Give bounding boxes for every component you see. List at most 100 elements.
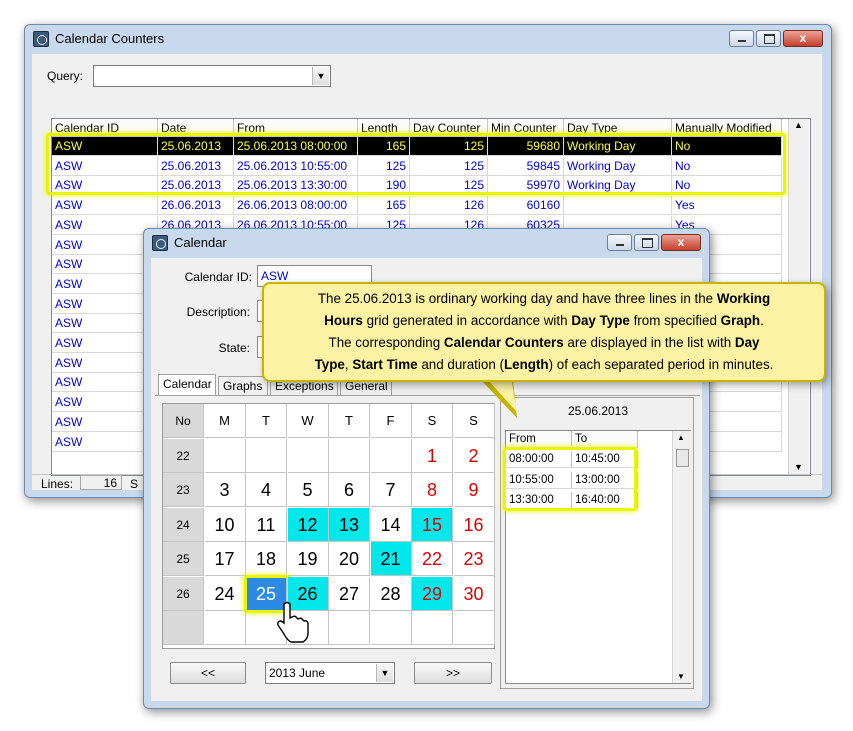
day-cell: [412, 611, 453, 645]
tab-graphs[interactable]: Graphs: [218, 376, 268, 396]
day-cell[interactable]: 3: [204, 473, 246, 507]
week-number: [163, 611, 204, 645]
day-cell[interactable]: 21: [370, 542, 412, 576]
week-number: 24: [163, 507, 204, 542]
day-cell[interactable]: 7: [370, 473, 412, 507]
table-cell: 26.06.2013: [158, 196, 234, 216]
explanation-callout: The 25.06.2013 is ordinary working day a…: [262, 282, 826, 382]
day-cell[interactable]: 14: [370, 507, 412, 542]
day-cell: [329, 611, 370, 645]
week-number: 23: [163, 473, 204, 507]
prev-month-button[interactable]: <<: [170, 662, 246, 684]
table-cell: [564, 196, 672, 216]
weekday-header: No: [163, 404, 204, 438]
day-cell[interactable]: 28: [370, 576, 412, 611]
scroll-up-icon[interactable]: ▲: [677, 433, 685, 442]
day-cell[interactable]: 12: [287, 507, 329, 542]
day-cell[interactable]: 5: [287, 473, 329, 507]
day-cell: [204, 611, 246, 645]
scroll-up-icon[interactable]: ▲: [794, 120, 803, 130]
day-cell[interactable]: 16: [453, 507, 495, 542]
weekday-header: F: [370, 404, 412, 438]
next-month-button[interactable]: >>: [414, 662, 492, 684]
hours-column-header[interactable]: To: [572, 431, 638, 448]
day-cell[interactable]: 1: [412, 438, 453, 473]
app-icon: [152, 235, 168, 251]
day-cell[interactable]: 2: [453, 438, 495, 473]
day-cell[interactable]: 19: [287, 542, 329, 576]
day-cell[interactable]: 11: [246, 507, 287, 542]
calendar-id-label: Calendar ID:: [184, 270, 252, 284]
table-cell: ASW: [52, 215, 158, 235]
hours-scrollbar[interactable]: ▲ ▼: [672, 431, 691, 683]
day-cell[interactable]: 15: [412, 507, 453, 542]
table-cell: ASW: [52, 196, 158, 216]
day-cell[interactable]: 27: [329, 576, 370, 611]
minimize-button[interactable]: [729, 30, 754, 47]
window-title: Calendar Counters: [55, 31, 165, 46]
chevron-down-icon[interactable]: ▼: [376, 664, 393, 682]
day-cell: [329, 438, 370, 473]
close-button[interactable]: x: [783, 30, 823, 47]
scroll-down-icon[interactable]: ▼: [677, 672, 685, 681]
working-hours-panel: 25.06.2013 From To 08:00:00 10:45:00 10:55:0…: [500, 397, 694, 689]
weekday-header: S: [412, 404, 453, 438]
day-cell[interactable]: 13: [329, 507, 370, 542]
table-cell: 165: [358, 196, 410, 216]
calendar-title-bar[interactable]: Calendar x: [144, 229, 709, 257]
scroll-thumb[interactable]: [676, 449, 689, 467]
title-bar[interactable]: Calendar Counters x: [25, 25, 831, 53]
app-icon: [33, 31, 49, 47]
state-label: State:: [218, 341, 250, 355]
day-cell[interactable]: 17: [204, 542, 246, 576]
scroll-down-icon[interactable]: ▼: [794, 462, 803, 472]
week-number: 26: [163, 576, 204, 611]
table-cell: Yes: [672, 196, 782, 216]
day-cell: [370, 438, 412, 473]
query-select[interactable]: ▼: [93, 65, 331, 87]
query-label: Query:: [47, 69, 84, 83]
weekday-header: M: [204, 404, 246, 438]
day-cell[interactable]: 4: [246, 473, 287, 507]
table-cell: 26.06.2013 08:00:00: [234, 196, 358, 216]
status-extra: S: [130, 477, 139, 491]
description-label: Description:: [186, 305, 250, 319]
close-button[interactable]: x: [661, 234, 701, 251]
hours-highlight: [503, 447, 637, 511]
lines-label: Lines:: [41, 477, 74, 491]
tab-calendar[interactable]: Calendar: [158, 374, 216, 396]
rows-highlight: [46, 133, 786, 195]
minimize-button[interactable]: [607, 234, 632, 251]
month-calendar: No M T W T F S S 22 1 2 23 3 4 5 6 7 8 9 24 10 11 12 13 14 15 16 25…: [162, 403, 495, 649]
day-cell[interactable]: 6: [329, 473, 370, 507]
weekday-header: W: [287, 404, 329, 438]
day-cell[interactable]: 8: [412, 473, 453, 507]
day-cell: [370, 611, 412, 645]
day-cell: [453, 611, 495, 645]
week-number: 22: [163, 438, 204, 473]
day-cell: [246, 438, 287, 473]
day-cell: [204, 438, 246, 473]
table-cell: 126: [410, 196, 488, 216]
hours-column-header[interactable]: From: [506, 431, 572, 448]
lines-count: 16: [80, 475, 122, 490]
maximize-button[interactable]: [756, 30, 781, 47]
day-cell[interactable]: 10: [204, 507, 246, 542]
day-cell[interactable]: 23: [453, 542, 495, 576]
day-cell[interactable]: 29: [412, 576, 453, 611]
weekday-header: T: [246, 404, 287, 438]
day-cell[interactable]: 9: [453, 473, 495, 507]
maximize-button[interactable]: [634, 234, 659, 251]
week-number: 25: [163, 542, 204, 576]
chevron-down-icon[interactable]: ▼: [312, 67, 329, 85]
day-cell: [287, 438, 329, 473]
day-cell[interactable]: 20: [329, 542, 370, 576]
day-cell[interactable]: 22: [412, 542, 453, 576]
day-cell[interactable]: 18: [246, 542, 287, 576]
month-select[interactable]: 2013 June ▼: [265, 662, 395, 684]
day-cell[interactable]: 24: [204, 576, 246, 611]
table-cell: 60160: [488, 196, 564, 216]
weekday-header: T: [329, 404, 370, 438]
calendar-window-title: Calendar: [174, 235, 227, 250]
day-cell[interactable]: 30: [453, 576, 495, 611]
